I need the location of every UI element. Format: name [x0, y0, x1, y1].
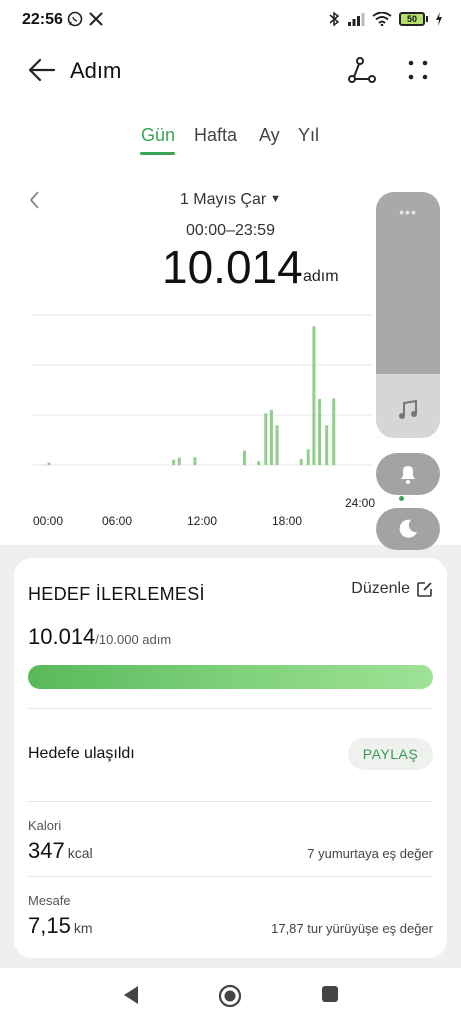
share-button[interactable]: PAYLAŞ	[348, 738, 433, 770]
edit-label: Düzenle	[351, 580, 410, 597]
calories-equivalent: 7 yumurtaya eş değer	[307, 846, 433, 861]
chart-x-tick-label: 24:00	[345, 496, 375, 510]
divider	[28, 708, 433, 709]
step-unit: adım	[303, 268, 339, 285]
chart-bar	[47, 462, 51, 465]
progress-value: 10.014/10.000 adım	[28, 624, 171, 650]
ring-mode-button[interactable]	[376, 453, 440, 495]
back-arrow-icon[interactable]	[28, 57, 56, 83]
dropdown-caret-icon: ▼	[270, 193, 282, 205]
chart-bar	[172, 459, 176, 465]
x-logo-icon	[89, 12, 103, 26]
chart-bar	[269, 409, 273, 465]
progress-target: /10.000 adım	[95, 632, 172, 647]
edit-button[interactable]: Düzenle	[351, 580, 433, 598]
distance-value: 7,15 km	[28, 913, 93, 939]
page-title: Adım	[70, 58, 122, 83]
chart-bar	[312, 326, 316, 465]
date-label: 1 Mayıs Çar	[179, 191, 267, 208]
wifi-icon	[372, 12, 392, 26]
divider	[28, 801, 433, 802]
signal-icon	[348, 13, 365, 26]
active-tab-indicator	[140, 152, 175, 155]
distance-unit: km	[73, 920, 93, 936]
nav-back-icon[interactable]	[121, 984, 141, 1006]
tab-day[interactable]: Gün	[141, 125, 175, 146]
calories-label: Kalori	[28, 818, 62, 833]
battery-icon: 50	[399, 12, 428, 26]
goal-reached-label: Hedefe ulaşıldı	[28, 745, 135, 762]
chart-x-tick-label: 06:00	[102, 514, 132, 528]
goal-progress-card: HEDEF İLERLEMESİ Düzenle 10.014/10.000 a…	[14, 558, 447, 958]
edit-icon	[417, 581, 432, 597]
chart-bar	[275, 425, 279, 465]
status-time: 22:56	[22, 11, 63, 28]
battery-level: 50	[399, 12, 425, 26]
system-nav-bar	[0, 968, 461, 1024]
chart-bar	[325, 425, 329, 465]
chart-bar	[299, 459, 303, 465]
distance-number: 7,15	[28, 913, 71, 938]
distance-equivalent: 17,87 tur yürüyüşe eş değer	[271, 921, 433, 936]
progress-bar	[28, 665, 433, 689]
do-not-disturb-button[interactable]	[376, 508, 440, 550]
chart-bar	[318, 399, 322, 465]
music-note-icon[interactable]	[396, 398, 420, 422]
app-bar: Adım	[0, 48, 461, 92]
chart-x-tick-label: 00:00	[33, 514, 63, 528]
tab-month[interactable]: Ay	[259, 125, 280, 146]
indicator-dot	[399, 496, 404, 501]
bluetooth-icon	[329, 11, 340, 27]
whatsapp-icon	[67, 11, 83, 27]
share-route-icon[interactable]	[348, 56, 376, 84]
chart-bar	[264, 413, 268, 465]
charging-icon	[436, 12, 442, 26]
chart-x-tick-label: 12:00	[187, 514, 217, 528]
bell-icon	[401, 466, 415, 484]
nav-recents-icon[interactable]	[320, 984, 340, 1004]
more-options-icon[interactable]	[404, 56, 432, 84]
step-count: 10.014	[162, 241, 303, 293]
calories-unit: kcal	[67, 845, 93, 861]
divider	[28, 876, 433, 877]
card-title: HEDEF İLERLEMESİ	[28, 584, 205, 604]
distance-label: Mesafe	[28, 893, 71, 908]
calories-number: 347	[28, 838, 65, 863]
calories-value: 347 kcal	[28, 838, 93, 864]
period-tabs: Gün Hafta Ay Yıl	[0, 122, 461, 158]
moon-icon	[399, 519, 417, 538]
chart-bar	[193, 457, 197, 465]
tab-week[interactable]: Hafta	[194, 125, 237, 146]
chart-bar	[306, 449, 310, 465]
chart-bar	[177, 457, 181, 465]
nav-home-icon[interactable]	[218, 984, 242, 1008]
floating-media-panel[interactable]: •••	[376, 192, 440, 438]
chart-bar	[257, 461, 261, 465]
progress-steps: 10.014	[28, 624, 96, 649]
status-bar: 22:56 50	[0, 0, 461, 42]
tab-year[interactable]: Yıl	[298, 125, 319, 146]
panel-handle-icon[interactable]: •••	[376, 204, 440, 220]
chart-x-tick-label: 18:00	[272, 514, 302, 528]
chart-bar	[243, 450, 246, 465]
chart-bar	[332, 398, 336, 465]
